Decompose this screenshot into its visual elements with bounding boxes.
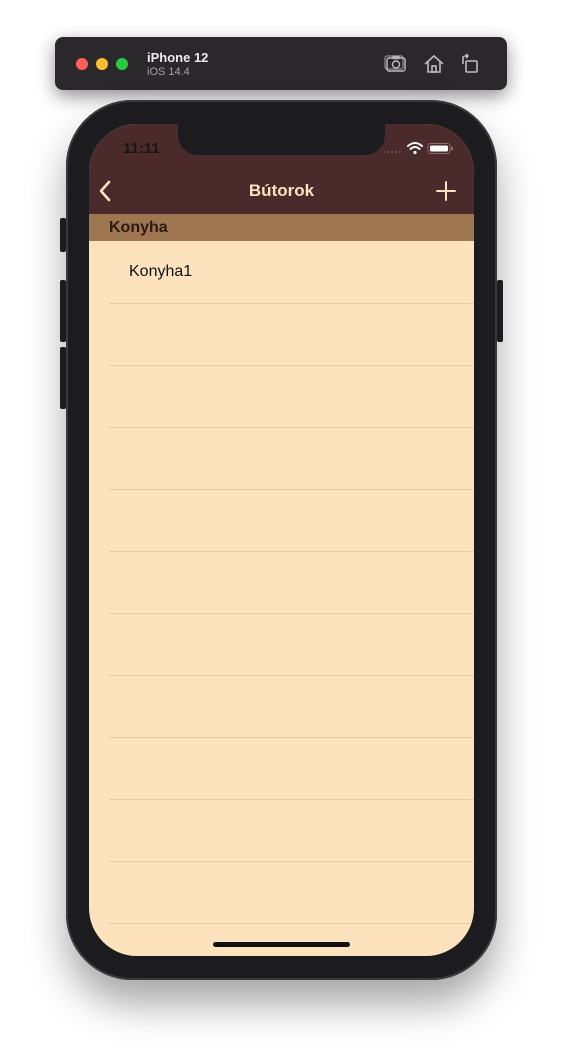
plus-icon[interactable] [435,180,457,202]
empty-row [109,551,474,614]
volume-up-button[interactable] [60,280,66,342]
empty-row [109,303,474,366]
volume-down-button[interactable] [60,347,66,409]
home-icon[interactable] [422,52,446,76]
navigation-bar: 11:11 Bútorok [89,124,474,214]
minimize-window-button[interactable] [96,58,108,70]
status-time: 11:11 [123,140,160,157]
empty-row [109,613,474,676]
rotate-icon[interactable] [458,52,482,76]
zoom-window-button[interactable] [116,58,128,70]
device-screen: 11:11 Bútorok Konyha Konyha1 [89,124,474,956]
phone-frame: 11:11 Bútorok Konyha Konyha1 [60,100,503,980]
section-title: Konyha [109,219,168,236]
list-item-label: Konyha1 [129,263,193,280]
empty-row [109,861,474,924]
notch [178,124,385,155]
status-icons [386,141,454,155]
device-name: iPhone 12 [147,50,209,65]
empty-row [109,427,474,490]
wifi-icon [407,142,423,150]
os-version: iOS 14.4 [147,66,190,78]
screenshot-icon[interactable] [384,52,408,76]
section-header: Konyha [89,214,474,241]
close-window-button[interactable] [76,58,88,70]
power-button[interactable] [497,280,503,342]
list-item[interactable]: Konyha1 [109,241,474,304]
page-title: Bútorok [248,181,315,200]
empty-row [109,799,474,862]
battery-icon [427,143,453,154]
home-indicator[interactable] [213,942,350,947]
mute-switch[interactable] [60,218,66,252]
empty-row [109,737,474,800]
empty-row [109,675,474,738]
empty-row [109,489,474,552]
empty-row [109,365,474,428]
cellular-icon [387,151,401,153]
simulator-title-bar: iPhone 12 iOS 14.4 [55,37,507,90]
